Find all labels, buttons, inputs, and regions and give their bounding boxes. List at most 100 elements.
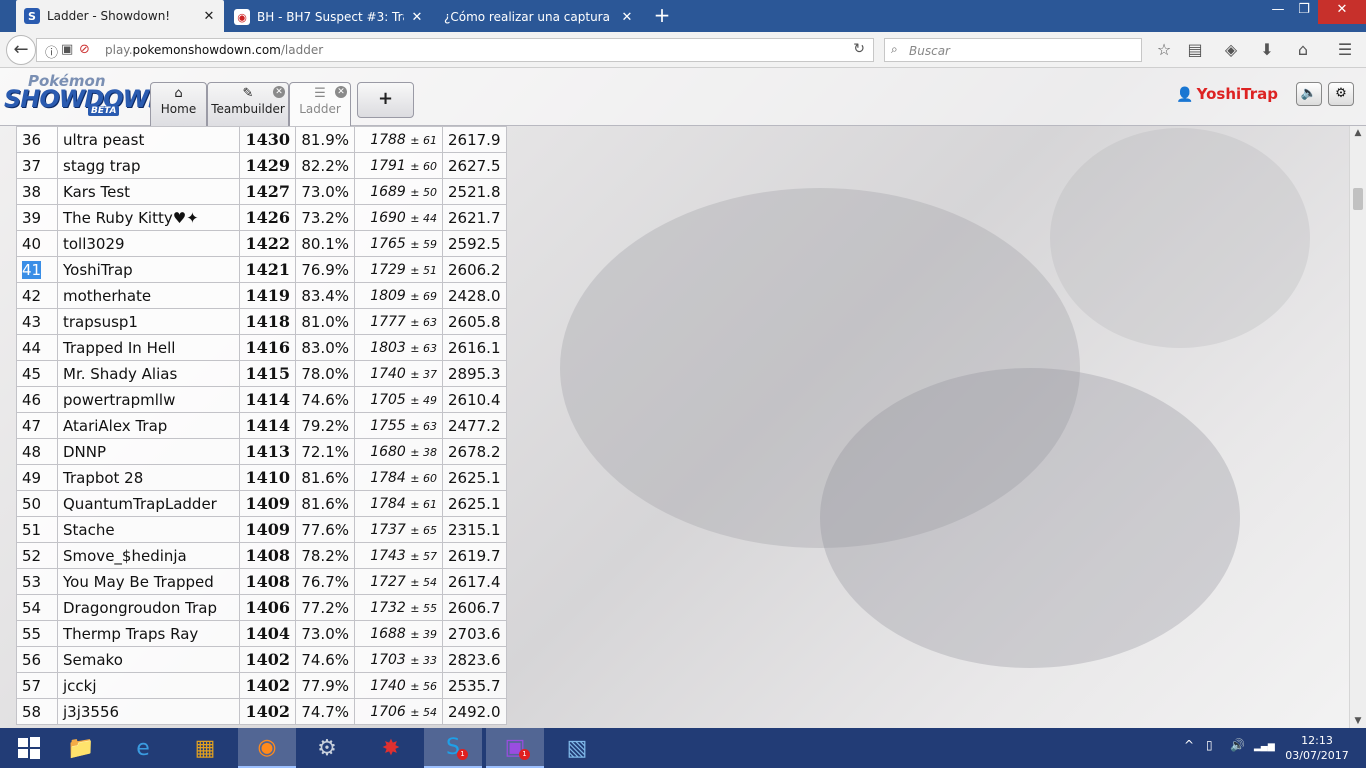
download-icon[interactable]: ⬇ bbox=[1256, 40, 1278, 62]
coil-cell: 2678.2 bbox=[442, 438, 507, 465]
player-name-link[interactable]: Mr. Shady Alias bbox=[57, 360, 240, 387]
taskbar-game-app-button[interactable]: ✸ bbox=[362, 728, 420, 768]
player-name-link[interactable]: stagg trap bbox=[57, 152, 240, 179]
back-button[interactable]: ← bbox=[6, 35, 36, 65]
glicko-cell: 1727 ± 54 bbox=[354, 568, 443, 595]
scroll-up-arrow-icon[interactable]: ▲ bbox=[1350, 128, 1366, 138]
ladder-row: 46 powertrapmllw 1414 74.6% 1705 ± 49 2610.4 bbox=[16, 386, 507, 413]
taskbar-internet-explorer-button[interactable]: e bbox=[114, 728, 172, 768]
tracking-icon[interactable]: ▣ bbox=[61, 42, 73, 57]
player-name-link[interactable]: AtariAlex Trap bbox=[57, 412, 240, 439]
player-name-link[interactable]: Trapbot 28 bbox=[57, 464, 240, 491]
taskbar-photos-button[interactable]: ▧ bbox=[548, 728, 606, 768]
close-tab-icon[interactable]: ✕ bbox=[410, 10, 424, 25]
glicko-deviation: ± 59 bbox=[410, 237, 437, 251]
start-button[interactable] bbox=[0, 728, 58, 768]
new-room-button[interactable]: + bbox=[357, 82, 414, 118]
elo-cell: 1408 bbox=[239, 542, 296, 569]
tray-overflow-icon[interactable]: ^ bbox=[1184, 738, 1194, 752]
player-name-link[interactable]: QuantumTrapLadder bbox=[57, 490, 240, 517]
player-name-link[interactable]: powertrapmllw bbox=[57, 386, 240, 413]
settings-button[interactable]: ⚙ bbox=[1328, 82, 1354, 106]
rank-value: 54 bbox=[22, 598, 42, 617]
username-button[interactable]: 👤 YoshiTrap bbox=[1176, 85, 1278, 103]
player-name-link[interactable]: YoshiTrap bbox=[57, 256, 240, 283]
player-name-link[interactable]: Semako bbox=[57, 646, 240, 673]
player-name-link[interactable]: motherhate bbox=[57, 282, 240, 309]
url-text[interactable]: play.pokemonshowdown.com/ladder bbox=[105, 43, 323, 57]
glicko-cell: 1705 ± 49 bbox=[354, 386, 443, 413]
player-name-link[interactable]: j3j3556 bbox=[57, 698, 240, 725]
player-name-link[interactable]: toll3029 bbox=[57, 230, 240, 257]
player-name-link[interactable]: Dragongroudon Trap bbox=[57, 594, 240, 621]
glicko-deviation: ± 51 bbox=[410, 263, 437, 277]
search-input[interactable]: ⌕ Buscar bbox=[884, 38, 1142, 62]
network-icon[interactable]: ▂▄▆ bbox=[1254, 742, 1275, 752]
new-tab-button[interactable]: + bbox=[650, 4, 674, 28]
minimize-button[interactable]: — bbox=[1266, 0, 1290, 24]
info-icon[interactable]: ⓘ bbox=[45, 42, 58, 61]
player-name-link[interactable]: ultra peast bbox=[57, 126, 240, 153]
browser-tab-bh-suspect[interactable]: ◉ BH - BH7 Suspect #3: Trappi ✕ bbox=[226, 2, 432, 32]
sound-button[interactable]: 🔈 bbox=[1296, 82, 1322, 106]
reader-list-icon[interactable]: ▤ bbox=[1184, 40, 1206, 62]
rank-value: 36 bbox=[22, 130, 42, 149]
taskbar-clock[interactable]: 12:13 03/07/2017 bbox=[1282, 733, 1352, 763]
player-name-link[interactable]: Stache bbox=[57, 516, 240, 543]
close-tab-icon[interactable]: ✕ bbox=[273, 86, 285, 98]
tab-ladder[interactable]: ☰ Ladder ✕ bbox=[289, 82, 351, 126]
scroll-down-arrow-icon[interactable]: ▼ bbox=[1350, 716, 1366, 726]
glicko-cell: 1809 ± 69 bbox=[354, 282, 443, 309]
url-bar[interactable]: ⓘ ▣ ⊘ play.pokemonshowdown.com/ladder ↻ bbox=[36, 38, 874, 62]
taskbar-twitch-button[interactable]: ▣ 1 bbox=[486, 728, 544, 768]
menu-icon[interactable]: ☰ bbox=[1334, 40, 1356, 62]
glicko-cell: 1732 ± 55 bbox=[354, 594, 443, 621]
player-name-link[interactable]: trapsusp1 bbox=[57, 308, 240, 335]
scrollbar-thumb[interactable] bbox=[1353, 188, 1363, 210]
taskbar-file-explorer-button[interactable]: 📁 bbox=[52, 728, 110, 768]
browser-tab-captura[interactable]: ¿Cómo realizar una captura de p ✕ bbox=[436, 2, 642, 32]
taskbar-notes-app-button[interactable]: ▦ bbox=[176, 728, 234, 768]
blocked-media-icon[interactable]: ⊘ bbox=[79, 42, 90, 57]
gxe-cell: 74.6% bbox=[295, 386, 355, 413]
tab-home[interactable]: ⌂ Home bbox=[150, 82, 207, 126]
ladder-row: 39 The Ruby Kitty♥✦ 1426 73.2% 1690 ± 44 2621… bbox=[16, 204, 507, 231]
taskbar-steam-button[interactable]: ⚙ bbox=[298, 728, 356, 768]
player-name-link[interactable]: jcckj bbox=[57, 672, 240, 699]
glicko-rating: 1740 bbox=[370, 677, 406, 694]
glicko-cell: 1791 ± 60 bbox=[354, 152, 443, 179]
tab-teambuilder[interactable]: ✎ Teambuilder ✕ bbox=[207, 82, 289, 126]
player-name-link[interactable]: Kars Test bbox=[57, 178, 240, 205]
player-name-link[interactable]: The Ruby Kitty♥✦ bbox=[57, 204, 240, 231]
close-tab-icon[interactable]: ✕ bbox=[202, 9, 216, 24]
home-icon[interactable]: ⌂ bbox=[1292, 40, 1314, 62]
glicko-cell: 1689 ± 50 bbox=[354, 178, 443, 205]
battery-icon[interactable]: ▯ bbox=[1206, 738, 1213, 752]
close-window-button[interactable]: ✕ bbox=[1318, 0, 1366, 24]
player-name-link[interactable]: You May Be Trapped bbox=[57, 568, 240, 595]
coil-cell: 2616.1 bbox=[442, 334, 507, 361]
elo-cell: 1408 bbox=[239, 568, 296, 595]
page-scrollbar[interactable]: ▲ ▼ bbox=[1349, 126, 1366, 728]
maximize-button[interactable]: ❐ bbox=[1292, 0, 1316, 24]
bookmark-star-icon[interactable]: ☆ bbox=[1153, 40, 1175, 62]
clock-date: 03/07/2017 bbox=[1285, 749, 1349, 762]
background-art bbox=[1050, 128, 1310, 348]
player-name-link[interactable]: Thermp Traps Ray bbox=[57, 620, 240, 647]
player-name-link[interactable]: Trapped In Hell bbox=[57, 334, 240, 361]
reload-icon[interactable]: ↻ bbox=[853, 41, 865, 57]
rank-cell: 38 bbox=[16, 178, 58, 205]
taskbar-skype-button[interactable]: S1 bbox=[424, 728, 482, 768]
showdown-logo[interactable]: Pokémon SHOWDOWN! BETA bbox=[4, 72, 178, 120]
pocket-icon[interactable]: ◈ bbox=[1220, 40, 1242, 62]
glicko-rating: 1803 bbox=[370, 339, 406, 356]
taskbar-firefox-button[interactable]: ◉ bbox=[238, 728, 296, 768]
volume-icon[interactable]: 🔊 bbox=[1230, 738, 1245, 752]
close-tab-icon[interactable]: ✕ bbox=[620, 10, 634, 25]
player-name-link[interactable]: DNNP bbox=[57, 438, 240, 465]
notification-badge: 1 bbox=[457, 749, 468, 760]
browser-tab-ladder[interactable]: S Ladder - Showdown! ✕ bbox=[16, 0, 224, 32]
close-tab-icon[interactable]: ✕ bbox=[335, 86, 347, 98]
player-name-link[interactable]: Smove_$hedinja bbox=[57, 542, 240, 569]
glicko-cell: 1690 ± 44 bbox=[354, 204, 443, 231]
